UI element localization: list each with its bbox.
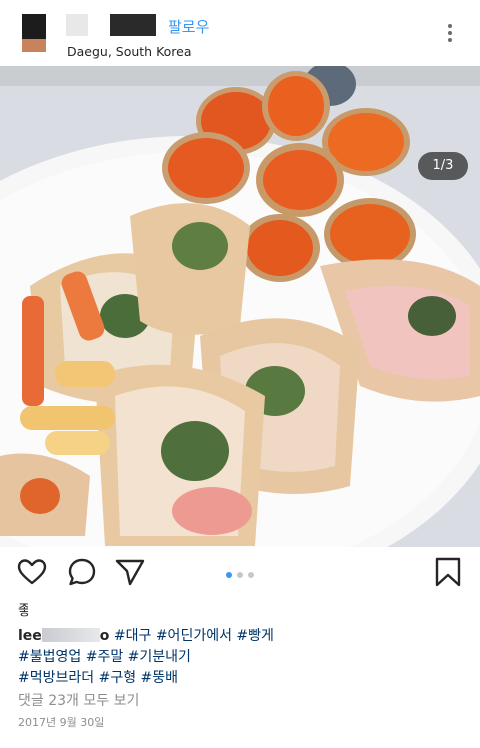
hashtag[interactable]: #빵게	[236, 628, 274, 644]
caption-username[interactable]: lee o	[18, 628, 109, 644]
caption-line-1: lee o #대구 #어딘가에서 #빵게	[18, 626, 468, 647]
hashtag[interactable]: #뚱배	[141, 670, 179, 686]
post-header: 팔로우 Daegu, South Korea	[0, 0, 480, 66]
paper-plane-icon[interactable]	[114, 556, 146, 592]
hashtag[interactable]: #어딘가에서	[156, 628, 232, 644]
hashtag[interactable]: #기분내기	[128, 649, 191, 665]
caption-line-2: #불법영업 #주말 #기분내기	[18, 647, 468, 668]
location-link[interactable]: Daegu, South Korea	[67, 44, 192, 59]
username-redaction-dark	[110, 14, 156, 36]
carousel-dot-active	[226, 572, 232, 578]
username-redaction	[66, 14, 88, 36]
caption: lee o #대구 #어딘가에서 #빵게 #불법영업 #주말 #기분내기 #먹방브…	[18, 626, 468, 689]
carousel-dot	[248, 572, 254, 578]
post-photo[interactable]: 1/3	[0, 66, 480, 547]
hashtag[interactable]: #불법영업	[18, 649, 81, 665]
bookmark-icon[interactable]	[432, 556, 464, 592]
carousel-dot	[237, 572, 243, 578]
hashtag[interactable]: #구형	[99, 670, 137, 686]
heart-icon[interactable]	[16, 556, 48, 592]
post-date: 2017년 9월 30일	[18, 716, 105, 729]
hashtag[interactable]: #대구	[114, 628, 152, 644]
view-all-comments-link[interactable]: 댓글 23개 모두 보기	[18, 690, 139, 710]
crab-photo-illustration	[0, 66, 480, 547]
comment-icon[interactable]	[66, 556, 98, 592]
follow-button[interactable]: 팔로우	[168, 16, 209, 37]
hashtag[interactable]: #먹방브라더	[18, 670, 94, 686]
hashtag[interactable]: #주말	[86, 649, 124, 665]
username-redaction-blur	[41, 628, 100, 642]
more-vertical-icon[interactable]	[440, 22, 460, 48]
avatar[interactable]	[22, 14, 46, 52]
photo-counter: 1/3	[418, 152, 468, 180]
caption-line-3: #먹방브라더 #구형 #뚱배	[18, 668, 468, 689]
likes-redaction	[28, 602, 78, 620]
